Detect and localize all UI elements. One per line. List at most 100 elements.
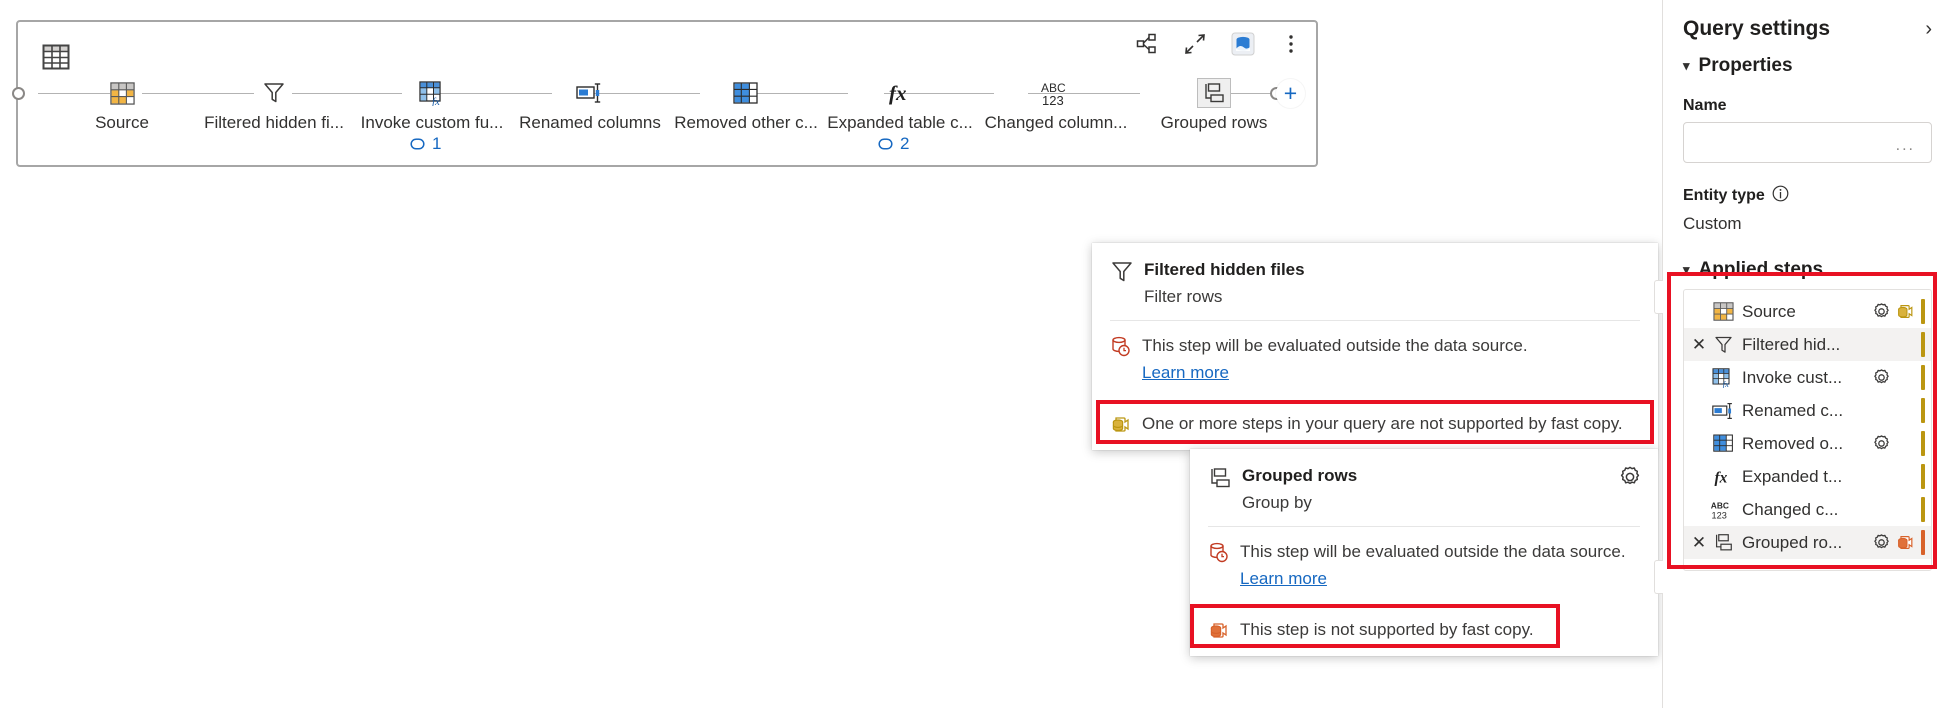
removed-columns-icon[interactable] <box>729 78 763 108</box>
gear-icon[interactable] <box>1869 434 1893 453</box>
diagram-step-label: Renamed columns <box>519 112 661 134</box>
applied-step-label: Expanded t... <box>1742 467 1869 487</box>
panel-resize-handle-bottom[interactable] <box>1654 560 1663 594</box>
applied-step-expanded-table-column[interactable]: ✕ fx Expanded t... <box>1684 460 1931 493</box>
chevron-down-icon: ▾ <box>1683 262 1690 278</box>
fast-copy-status-bar <box>1921 497 1925 522</box>
svg-text:fx: fx <box>1723 379 1729 388</box>
applied-step-label: Grouped ro... <box>1742 533 1869 553</box>
filter-icon <box>1710 335 1736 355</box>
invoke-function-icon: fx <box>1710 368 1736 388</box>
connector <box>142 93 254 94</box>
diagram-step-label: Expanded table c... <box>827 112 973 134</box>
gear-icon[interactable] <box>1618 465 1642 489</box>
abc123-icon: ABC 123 <box>1710 499 1736 521</box>
tooltip-evaluation-row: This step will be evaluated outside the … <box>1092 321 1658 397</box>
tooltip-grouped-rows: Grouped rows Group by <box>1190 449 1658 656</box>
power-query-editor: Source Filtered hidden fi... <box>0 0 1952 708</box>
entity-type-label-row: Entity type <box>1683 185 1932 207</box>
applied-step-invoke-custom-function[interactable]: ✕ fx Invoke cust... <box>1684 361 1931 394</box>
collapse-icon[interactable] <box>1182 31 1208 57</box>
gear-icon[interactable] <box>1869 302 1893 321</box>
rename-columns-icon[interactable] <box>573 78 607 108</box>
link-icon <box>876 136 895 152</box>
name-input[interactable]: ... <box>1683 122 1932 163</box>
tooltip-fastcopy-text: This step is not supported by fast copy. <box>1240 618 1534 641</box>
fast-copy-status-bar <box>1921 464 1925 489</box>
applied-step-grouped-rows[interactable]: ✕ Grouped ro... <box>1684 526 1931 559</box>
tooltip-title: Filtered hidden files <box>1144 259 1305 281</box>
fast-copy-status-bar <box>1921 299 1925 324</box>
tooltip-evaluation-text: This step will be evaluated outside the … <box>1240 540 1626 563</box>
svg-text:fx: fx <box>889 81 907 105</box>
group-by-icon[interactable] <box>1197 78 1231 108</box>
tooltip-fastcopy-row: This step is not supported by fast copy. <box>1190 603 1658 656</box>
learn-more-link[interactable]: Learn more <box>1142 361 1229 384</box>
delete-step-icon[interactable]: ✕ <box>1688 533 1710 553</box>
tooltip-header: Grouped rows Group by <box>1190 449 1658 526</box>
removed-columns-icon <box>1710 434 1736 453</box>
fast-copy-database-icon <box>1208 619 1230 641</box>
applied-step-changed-column-type[interactable]: ✕ ABC 123 Changed c... <box>1684 493 1931 526</box>
data-destination-icon[interactable] <box>1230 31 1256 57</box>
gear-icon[interactable] <box>1869 533 1893 552</box>
filter-icon <box>1110 260 1134 284</box>
database-clock-icon <box>1208 541 1230 563</box>
properties-section-label: Properties <box>1699 55 1793 77</box>
applied-step-removed-other-columns[interactable]: ✕ Removed o... <box>1684 427 1931 460</box>
connector <box>38 93 110 94</box>
chevron-down-icon: ▾ <box>1683 58 1690 74</box>
svg-text:123: 123 <box>1042 93 1064 107</box>
more-options-icon[interactable] <box>1278 31 1304 57</box>
fx-icon[interactable]: fx <box>883 78 917 108</box>
query-settings-panel: Query settings › ▾ Properties Name ... E… <box>1662 0 1952 708</box>
fx-icon: fx <box>1710 467 1736 487</box>
tooltip-fastcopy-row: One or more steps in your query are not … <box>1092 397 1658 450</box>
connector <box>292 93 402 94</box>
tooltip-subtitle: Filter rows <box>1144 286 1305 308</box>
applied-step-label: Removed o... <box>1742 434 1869 454</box>
svg-text:ABC: ABC <box>1711 500 1729 510</box>
tooltip-subtitle: Group by <box>1242 492 1357 514</box>
applied-steps-section-header[interactable]: ▾ Applied steps <box>1683 259 1932 281</box>
add-step-button[interactable]: + <box>1276 79 1305 108</box>
applied-step-renamed-columns[interactable]: ✕ Renamed c... <box>1684 394 1931 427</box>
invoke-function-icon[interactable]: fx <box>415 78 449 108</box>
name-overflow-ellipsis: ... <box>1896 138 1915 154</box>
learn-more-link[interactable]: Learn more <box>1240 567 1327 590</box>
properties-section-header[interactable]: ▾ Properties <box>1683 55 1932 77</box>
tooltip-title: Grouped rows <box>1242 465 1357 487</box>
input-endpoint[interactable] <box>12 87 25 100</box>
chevron-right-icon[interactable]: › <box>1925 19 1932 39</box>
abc123-icon[interactable]: ABC 123 <box>1039 78 1073 108</box>
fast-copy-status-bar <box>1921 431 1925 456</box>
diagram-view-icon[interactable] <box>1134 31 1160 57</box>
diagram-steps-strip: Source Filtered hidden fi... <box>18 78 1316 158</box>
diagram-step-label: Grouped rows <box>1161 112 1268 134</box>
gear-icon[interactable] <box>1869 368 1893 387</box>
applied-step-label: Invoke cust... <box>1742 368 1869 388</box>
reference-badge-2[interactable]: 2 <box>876 134 909 154</box>
applied-step-label: Source <box>1742 302 1869 322</box>
applied-steps-list: ✕ Source <box>1683 289 1932 571</box>
applied-step-source[interactable]: ✕ Source <box>1684 295 1931 328</box>
entity-type-label: Entity type <box>1683 187 1765 205</box>
info-icon[interactable] <box>1772 185 1789 207</box>
fast-copy-database-icon <box>1893 533 1917 552</box>
fast-copy-status-bar <box>1921 398 1925 423</box>
applied-step-label: Changed c... <box>1742 500 1869 520</box>
diagram-step-label: Changed column... <box>985 112 1128 134</box>
tooltip-fastcopy-text: One or more steps in your query are not … <box>1142 412 1623 435</box>
source-table-icon[interactable] <box>105 78 139 108</box>
svg-text:fx: fx <box>1715 469 1728 486</box>
delete-step-icon[interactable]: ✕ <box>1688 335 1710 355</box>
link-icon <box>408 136 427 152</box>
tooltip-evaluation-text: This step will be evaluated outside the … <box>1142 334 1528 357</box>
tooltip-filtered-hidden-files: Filtered hidden files Filter rows This s… <box>1092 243 1658 450</box>
applied-step-filtered-hidden-files[interactable]: ✕ Filtered hid... <box>1684 328 1931 361</box>
entity-type-value: Custom <box>1683 214 1932 234</box>
panel-resize-handle-top[interactable] <box>1654 280 1663 314</box>
applied-step-label: Filtered hid... <box>1742 335 1869 355</box>
reference-badge-1[interactable]: 1 <box>408 134 441 154</box>
filter-icon[interactable] <box>257 78 291 108</box>
